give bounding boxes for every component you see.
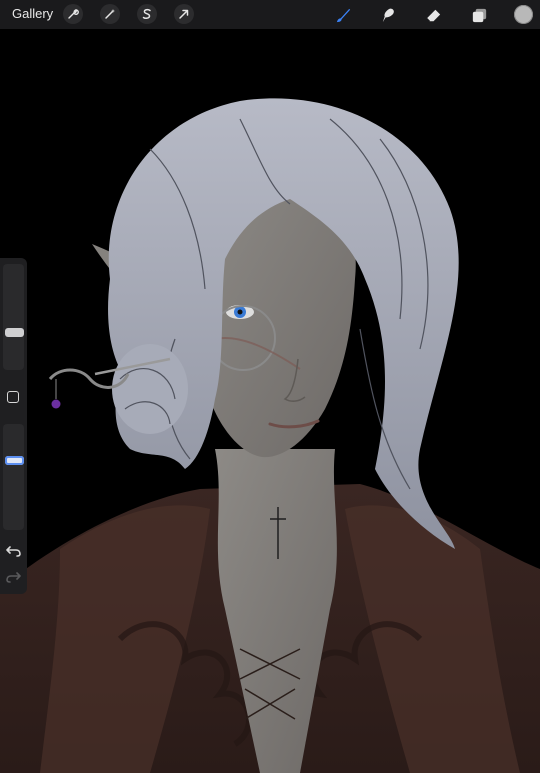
adjustments-wand-icon[interactable] xyxy=(100,4,120,24)
undo-icon[interactable] xyxy=(6,544,21,557)
gallery-button[interactable]: Gallery xyxy=(12,6,53,21)
redo-icon[interactable] xyxy=(6,570,21,583)
smudge-icon[interactable] xyxy=(377,4,399,26)
transform-arrow-icon[interactable] xyxy=(174,4,194,24)
opacity-slider[interactable] xyxy=(3,424,24,530)
left-sidebar xyxy=(0,258,27,594)
color-picker-swatch[interactable] xyxy=(514,5,533,24)
brush-icon[interactable] xyxy=(332,4,354,26)
modify-square-icon[interactable] xyxy=(7,391,19,403)
drawing-canvas[interactable] xyxy=(0,29,540,773)
opacity-slider-thumb[interactable] xyxy=(5,456,24,465)
actions-wrench-icon[interactable] xyxy=(63,4,83,24)
artwork-elf-portrait xyxy=(0,98,540,773)
top-toolbar: Gallery xyxy=(0,0,540,29)
selection-s-icon[interactable] xyxy=(137,4,157,24)
brush-size-slider-thumb[interactable] xyxy=(5,328,24,337)
eraser-icon[interactable] xyxy=(422,4,444,26)
layers-icon[interactable] xyxy=(468,4,490,26)
brush-size-slider[interactable] xyxy=(3,264,24,370)
